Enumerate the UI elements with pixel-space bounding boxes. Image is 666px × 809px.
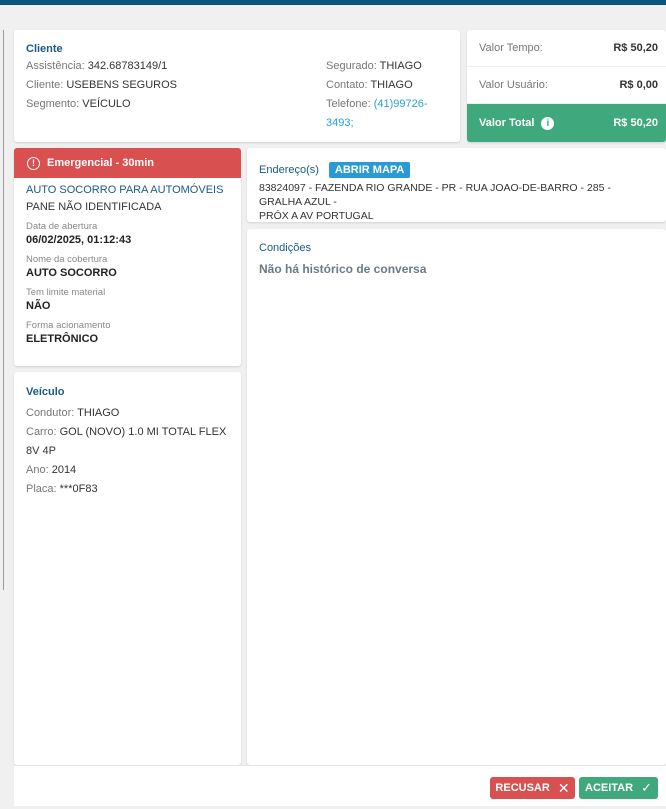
field-label: Data de abertura bbox=[26, 221, 98, 232]
client-contato: Contato: THIAGO bbox=[326, 79, 413, 91]
valor-usuario-row: Valor Usuário: R$ 0,00 bbox=[467, 67, 666, 104]
emergency-header: ! Emergencial - 30min bbox=[14, 148, 241, 178]
field-label: Forma acionamento bbox=[26, 320, 111, 331]
client-title: Cliente bbox=[26, 43, 63, 55]
vehicle-carro: Carro: GOL (NOVO) 1.0 MI TOTAL FLEX 8V 4… bbox=[26, 426, 227, 457]
vehicle-ano: Ano: 2014 bbox=[26, 464, 77, 476]
valor-total-row: Valor Total i R$ 50,20 bbox=[467, 104, 666, 142]
info-icon[interactable]: i bbox=[541, 116, 555, 130]
close-icon: ✕ bbox=[557, 779, 570, 796]
client-segmento: Segmento: VEÍCULO bbox=[26, 98, 131, 110]
vehicle-placa: Placa: ***0F83 bbox=[26, 483, 98, 495]
service-name: AUTO SOCORRO PARA AUTOMÓVEIS bbox=[26, 184, 224, 196]
field-value: ELETRÔNICO bbox=[26, 333, 99, 345]
reject-button[interactable]: RECUSAR ✕ bbox=[490, 777, 575, 799]
top-bar bbox=[0, 0, 666, 5]
client-segurado: Segurado: THIAGO bbox=[326, 60, 422, 72]
client-card: Cliente Assistência: 342.68783149/1 Clie… bbox=[14, 30, 460, 142]
address-card: Endereço(s) ABRIR MAPA 83824097 - FAZEND… bbox=[247, 148, 666, 222]
vehicle-title: Veículo bbox=[26, 386, 65, 398]
scrollbar[interactable] bbox=[3, 30, 4, 590]
conditions-title: Condições bbox=[259, 242, 311, 254]
field-label: Nome da cobertura bbox=[26, 254, 108, 265]
check-icon: ✓ bbox=[641, 780, 652, 795]
field-value: 06/02/2025, 01:12:43 bbox=[26, 234, 132, 246]
accept-button[interactable]: ACEITAR ✓ bbox=[579, 777, 658, 799]
client-cliente: Cliente: USEBENS SEGUROS bbox=[26, 79, 177, 91]
open-map-button[interactable]: ABRIR MAPA bbox=[328, 162, 411, 178]
vehicle-condutor: Condutor: THIAGO bbox=[26, 407, 120, 419]
alert-circle-icon: ! bbox=[27, 156, 40, 170]
conditions-card: Condições Não há histórico de conversa bbox=[247, 229, 666, 765]
client-assistencia: Assistência: 342.68783149/1 bbox=[26, 60, 168, 72]
footer: RECUSAR ✕ ACEITAR ✓ bbox=[14, 765, 666, 806]
client-telefone: Telefone: (41)99726-3493; bbox=[326, 98, 428, 129]
problem: PANE NÃO IDENTIFICADA bbox=[26, 201, 162, 213]
field-label: Tem limite material bbox=[26, 287, 106, 298]
conditions-empty: Não há histórico de conversa bbox=[259, 262, 427, 276]
values-card: Valor Tempo: R$ 50,20 Valor Usuário: R$ 0,… bbox=[467, 30, 666, 142]
vehicle-card: Veículo Condutor: THIAGO Carro: GOL (NOV… bbox=[14, 372, 241, 765]
field-value: NÃO bbox=[26, 300, 51, 312]
address-title: Endereço(s) bbox=[259, 164, 319, 176]
field-value: AUTO SOCORRO bbox=[26, 267, 117, 279]
valor-tempo-row: Valor Tempo: R$ 50,20 bbox=[467, 30, 666, 67]
emergency-card: ! Emergencial - 30min AUTO SOCORRO PARA … bbox=[14, 148, 241, 366]
address-text: 83824097 - FAZENDA RIO GRANDE - PR - RUA… bbox=[259, 182, 611, 222]
